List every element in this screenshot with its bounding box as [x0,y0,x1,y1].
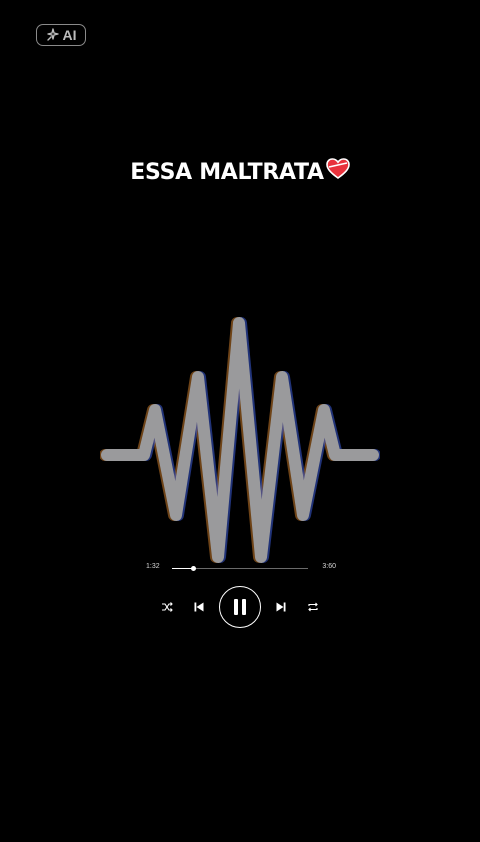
track-title: ESSA MALTRATA [130,159,324,185]
shuffle-icon [161,601,173,613]
progress-track[interactable] [172,566,308,571]
repeat-button[interactable] [306,600,320,614]
elapsed-time: 1:32 [146,563,160,570]
skip-next-icon [275,601,287,613]
pause-icon [232,598,248,616]
track-title-row: ESSA MALTRATA [0,158,480,186]
sparkle-wand-icon [46,28,60,42]
previous-button[interactable] [192,600,206,614]
next-button[interactable] [274,600,288,614]
shuffle-button[interactable] [160,600,174,614]
total-time: 3:60 [322,563,336,570]
skip-previous-icon [193,601,205,613]
ai-badge[interactable]: AI [36,24,86,46]
heart-icon [325,158,350,186]
ai-badge-label: AI [62,27,77,43]
waveform-graphic [99,310,381,570]
progress-knob[interactable] [191,566,197,571]
repeat-icon [307,601,319,613]
playback-controls [150,586,330,628]
progress-row: 1:32 3:60 [146,562,336,576]
pause-button[interactable] [219,586,261,628]
waveform-line [101,317,379,563]
